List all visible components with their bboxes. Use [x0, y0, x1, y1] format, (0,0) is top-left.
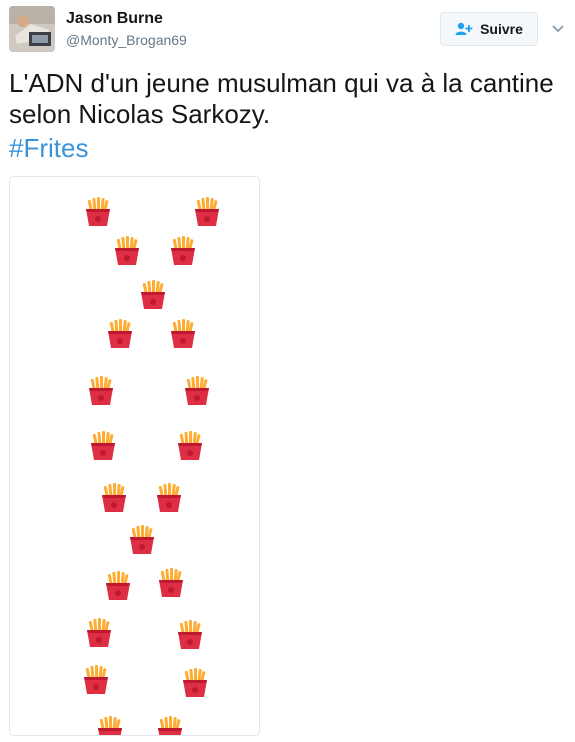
french-fries-icon: [87, 618, 111, 647]
french-fries-icon: [115, 236, 139, 265]
french-fries-icon: [91, 431, 115, 460]
french-fries-icon: [108, 319, 132, 348]
french-fries-icon: [159, 568, 183, 597]
french-fries-icon: [102, 483, 126, 512]
french-fries-icon: [106, 571, 130, 600]
french-fries-icon: [178, 620, 202, 649]
french-fries-icon: [157, 483, 181, 512]
french-fries-icon: [195, 197, 219, 226]
french-fries-icon: [171, 319, 195, 348]
french-fries-icon: [183, 668, 207, 697]
french-fries-icon: [86, 197, 110, 226]
french-fries-icon: [178, 431, 202, 460]
avatar[interactable]: [9, 6, 55, 52]
hashtag-link[interactable]: #Frites: [9, 133, 88, 164]
tweet-media-image[interactable]: [9, 176, 260, 736]
add-user-icon: [455, 22, 473, 36]
chevron-down-icon[interactable]: [550, 20, 566, 36]
author-name[interactable]: Jason Burne: [66, 10, 163, 28]
french-fries-icon: [98, 716, 122, 735]
french-fries-icon: [141, 280, 165, 309]
follow-label: Suivre: [480, 21, 523, 37]
french-fries-icon: [84, 665, 108, 694]
french-fries-icon: [130, 525, 154, 554]
author-handle[interactable]: @Monty_Brogan69: [66, 32, 187, 48]
follow-button[interactable]: Suivre: [440, 12, 538, 46]
tweet-text: L'ADN d'un jeune musulman qui va à la ca…: [9, 68, 554, 129]
french-fries-icon: [185, 376, 209, 405]
french-fries-icon: [171, 236, 195, 265]
french-fries-icon: [89, 376, 113, 405]
french-fries-icon: [158, 716, 182, 735]
